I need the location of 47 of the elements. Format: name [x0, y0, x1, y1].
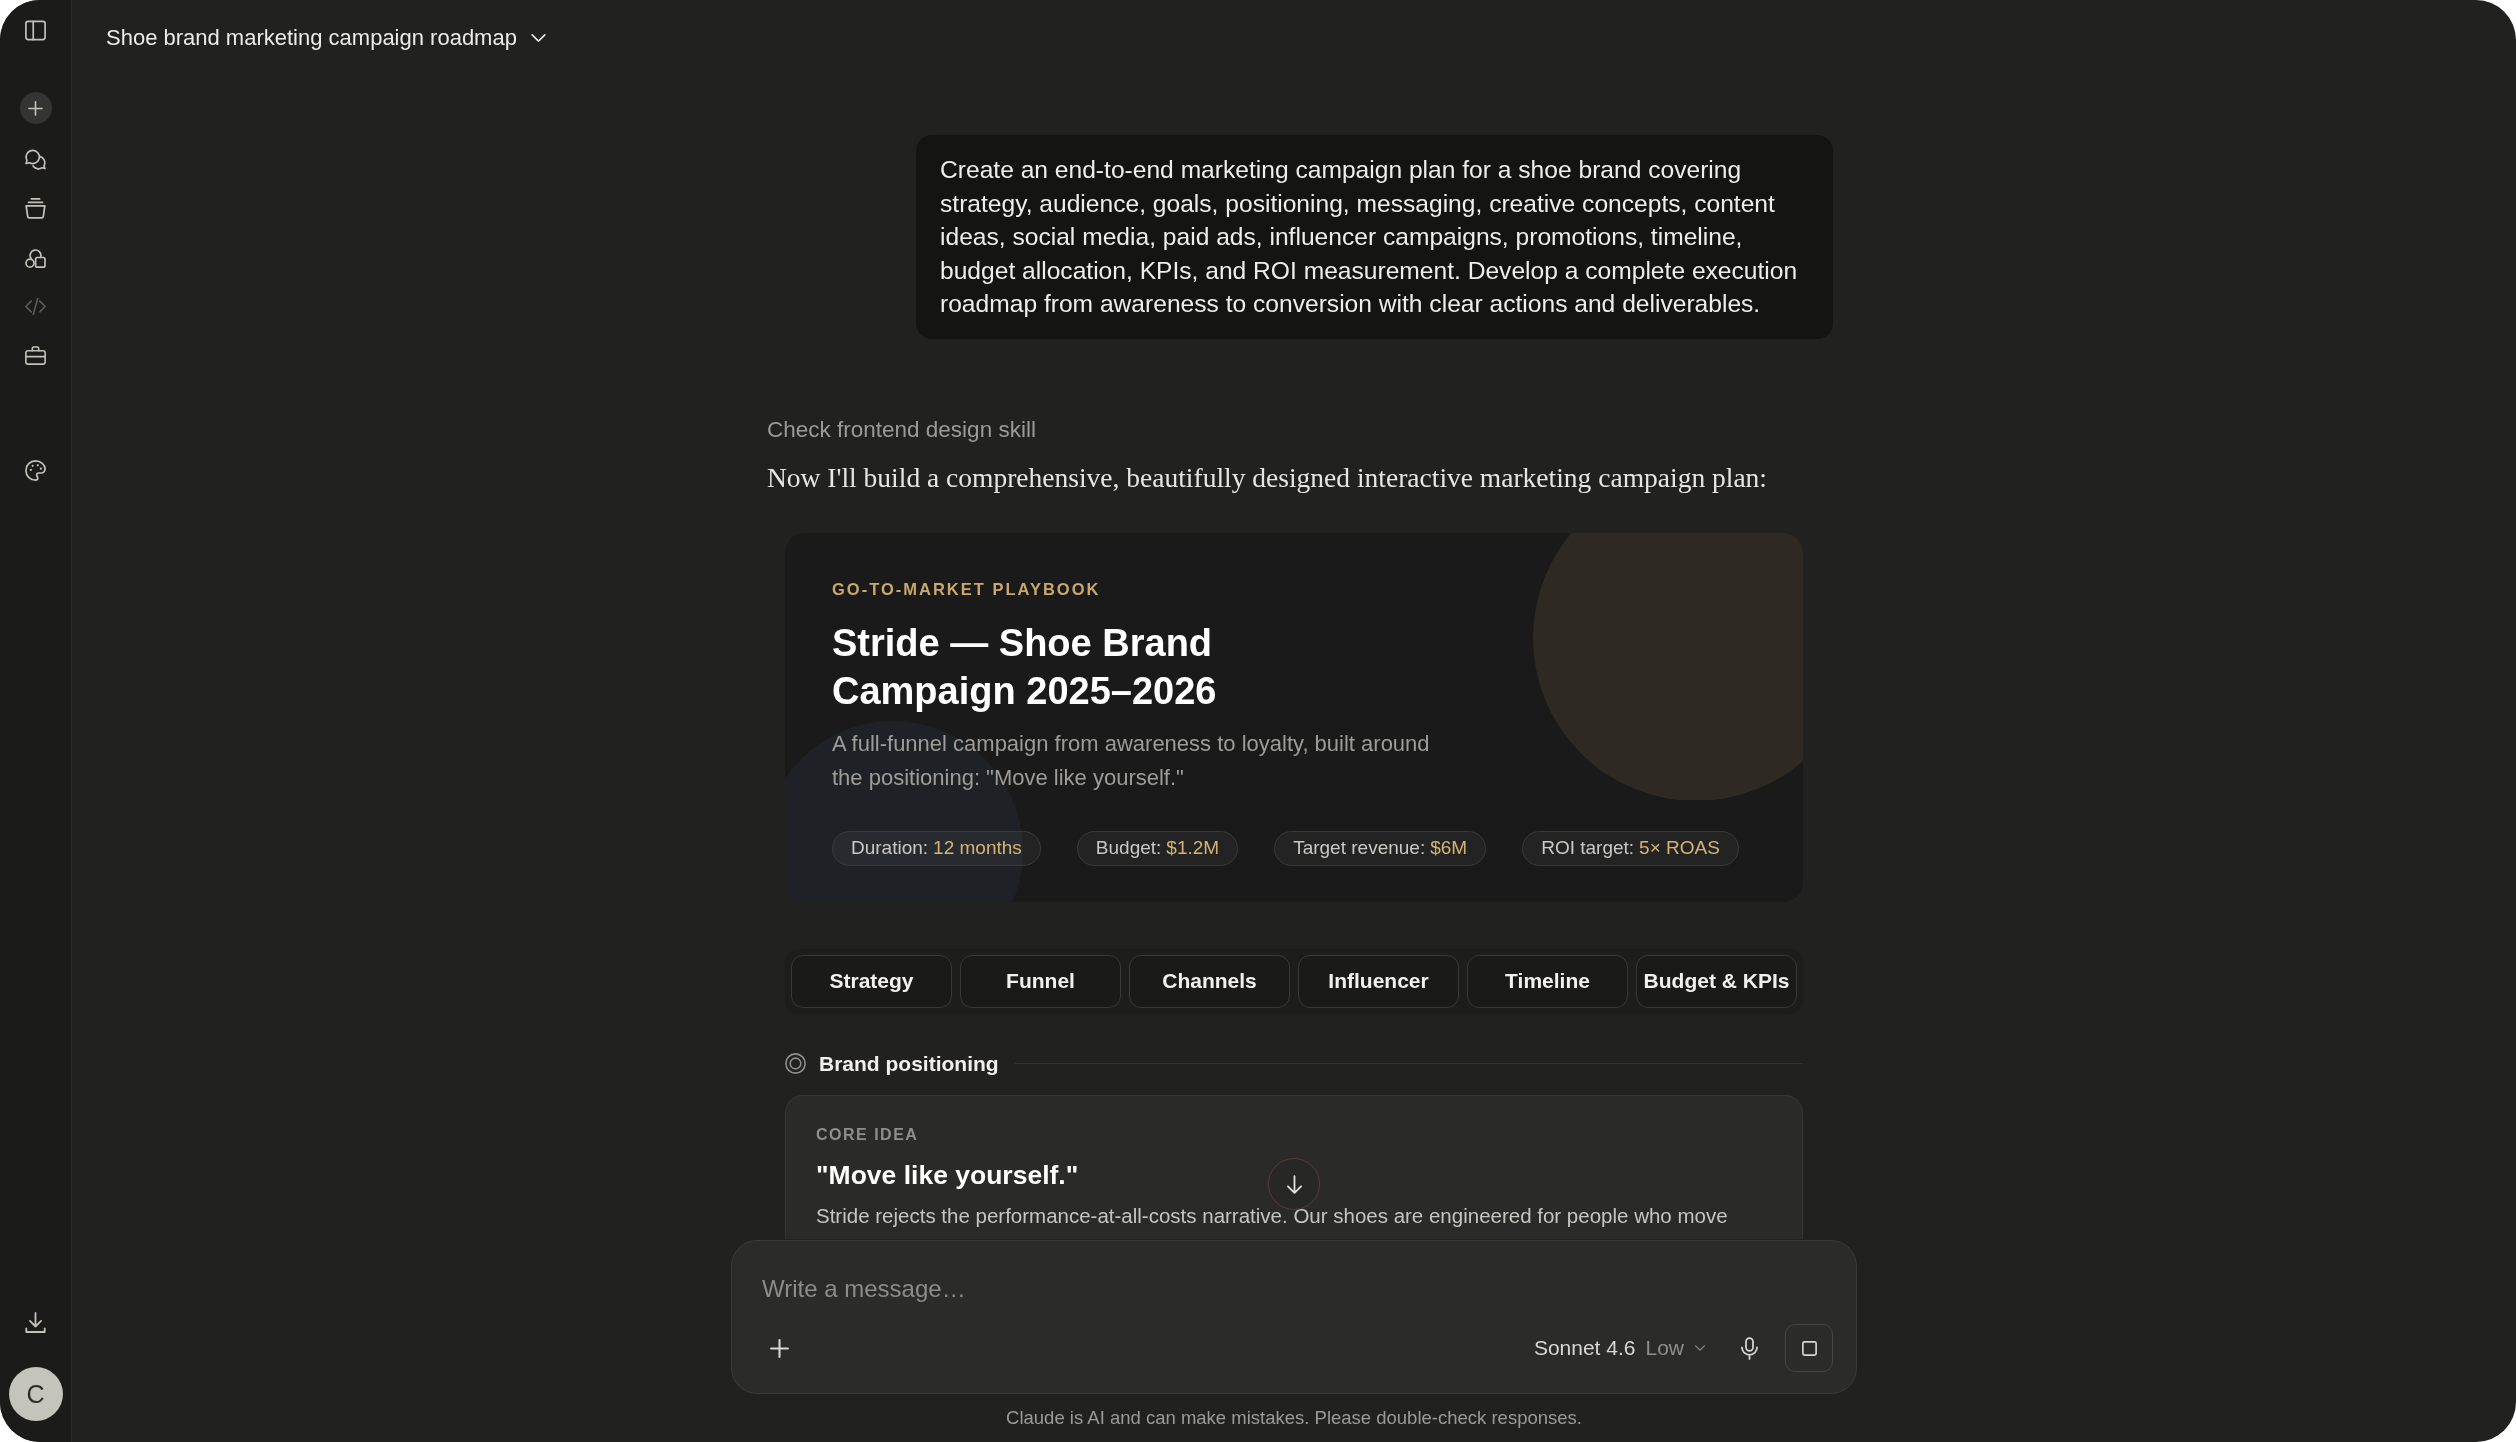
stat-label: Target revenue: [1293, 837, 1426, 859]
new-chat-button[interactable] [19, 92, 52, 124]
target-icon [785, 1053, 806, 1074]
user-message: Create an end-to-end marketing campaign plan for a shoe brand covering strategy, audience, goals, positioning, messaging, creative concepts, content ideas, social media, paid ads, influencer campaigns, promotions, timeline, budget allocation, KPIs, and ROI measurement. Develop a complete execution roadmap from awareness to conversion with clear actions and deliverables. [916, 135, 1833, 339]
chat-bubbles-icon [25, 148, 46, 170]
download-icon [25, 1311, 46, 1333]
tab[interactable]: Budget & KPIs [1636, 954, 1797, 1008]
tab[interactable]: Funnel [960, 954, 1121, 1008]
tab[interactable]: Strategy [791, 954, 952, 1008]
stat-value: $1.2M [1166, 837, 1220, 859]
stat-value: 12 months [933, 837, 1022, 859]
stat-label: ROI target: [1541, 837, 1635, 859]
user-avatar[interactable]: C [8, 1367, 63, 1421]
panel-icon [25, 19, 46, 41]
model-selector[interactable]: Sonnet 4.6 Low [1533, 1336, 1705, 1360]
card-eyebrow: CORE IDEA [816, 1124, 919, 1145]
message-input[interactable]: Write a message… [759, 1269, 1833, 1309]
mic-icon [1740, 1336, 1758, 1360]
plus-icon [769, 1338, 789, 1358]
briefcase-icon [25, 344, 46, 366]
stack-icon [25, 197, 46, 219]
stop-icon [1801, 1340, 1817, 1356]
assistant-message: Now I'll build a comprehensive, beautifully designed interactive marketing campaign plan: [767, 460, 1767, 495]
stat-value: 5× ROAS [1639, 837, 1720, 859]
tool-step-label[interactable]: Check frontend design skill [767, 414, 1036, 445]
caret-icon [530, 33, 546, 42]
stop-button[interactable] [1785, 1324, 1833, 1372]
card-heading: "Move like yourself." [816, 1158, 1079, 1192]
campaign-subtitle: A full-funnel campaign from awareness to loyalty, built around the positioning: "Move like yourself." [832, 729, 1431, 792]
stat-label: Budget: [1095, 837, 1162, 859]
campaign-title: Stride — Shoe Brand Campaign 2025–2026 [832, 620, 1218, 714]
shapes-icon [25, 246, 46, 268]
plus-icon [28, 100, 43, 116]
code-icon [25, 295, 46, 317]
stat-value: $6M [1430, 837, 1468, 859]
card-text: Stride rejects the performance-at-all-costs narrative. Our shoes are engineered for people who move [816, 1202, 1728, 1229]
arrow-down-icon [1286, 1174, 1302, 1194]
eyebrow-label: GO-TO-MARKET PLAYBOOK [832, 578, 1101, 599]
stat-label: Duration: [851, 837, 929, 859]
chat-title-button[interactable]: Shoe brand marketing campaign roadmap [106, 24, 546, 51]
tab[interactable]: Influencer [1298, 954, 1459, 1008]
section-heading: Brand positioning [819, 1051, 999, 1076]
disclaimer-text: Claude is AI and can make mistakes. Please double-check responses. [1006, 1406, 1582, 1430]
caret-icon [1695, 1345, 1705, 1351]
palette-icon [25, 459, 46, 481]
tab[interactable]: Channels [1129, 954, 1290, 1008]
tab[interactable]: Timeline [1467, 954, 1628, 1008]
